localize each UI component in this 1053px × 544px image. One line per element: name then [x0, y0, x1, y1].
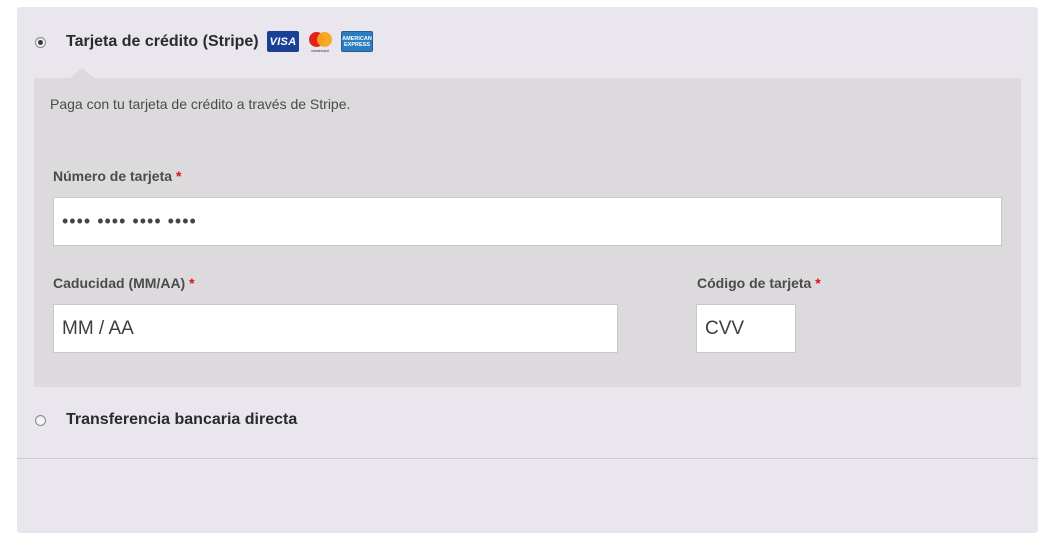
- stripe-radio[interactable]: [35, 36, 46, 48]
- expiry-label: Caducidad (MM/AA) *: [53, 275, 195, 291]
- required-mark: *: [175, 168, 182, 184]
- visa-icon: VISA: [267, 31, 299, 52]
- stripe-description: Paga con tu tarjeta de crédito a través …: [50, 96, 351, 112]
- expiry-input[interactable]: MM / AA: [53, 304, 618, 353]
- payment-method-bacs[interactable]: Transferencia bancaria directa: [17, 407, 1038, 433]
- stripe-label[interactable]: Tarjeta de crédito (Stripe): [66, 33, 259, 51]
- payment-method-stripe[interactable]: Tarjeta de crédito (Stripe) VISA masterc…: [17, 29, 1038, 55]
- section-divider: [17, 458, 1038, 459]
- payment-box-arrow: [70, 68, 94, 78]
- cvc-input[interactable]: CVV: [696, 304, 796, 353]
- mastercard-icon: mastercard: [307, 31, 333, 53]
- required-mark: *: [189, 275, 195, 291]
- amex-icon: AMERICAN EXPRESS: [341, 31, 373, 52]
- bacs-label[interactable]: Transferencia bancaria directa: [66, 411, 297, 429]
- bacs-radio[interactable]: [35, 414, 46, 426]
- cvc-label: Código de tarjeta *: [697, 275, 821, 291]
- card-number-input[interactable]: •••• •••• •••• ••••: [53, 197, 1002, 246]
- card-number-label: Número de tarjeta *: [53, 168, 182, 184]
- required-mark: *: [815, 275, 821, 291]
- card-brand-icons: VISA mastercard AMERICAN EXPRESS: [267, 31, 373, 53]
- payment-methods-panel: Tarjeta de crédito (Stripe) VISA masterc…: [17, 7, 1038, 533]
- stripe-payment-box: Paga con tu tarjeta de crédito a través …: [34, 68, 1021, 387]
